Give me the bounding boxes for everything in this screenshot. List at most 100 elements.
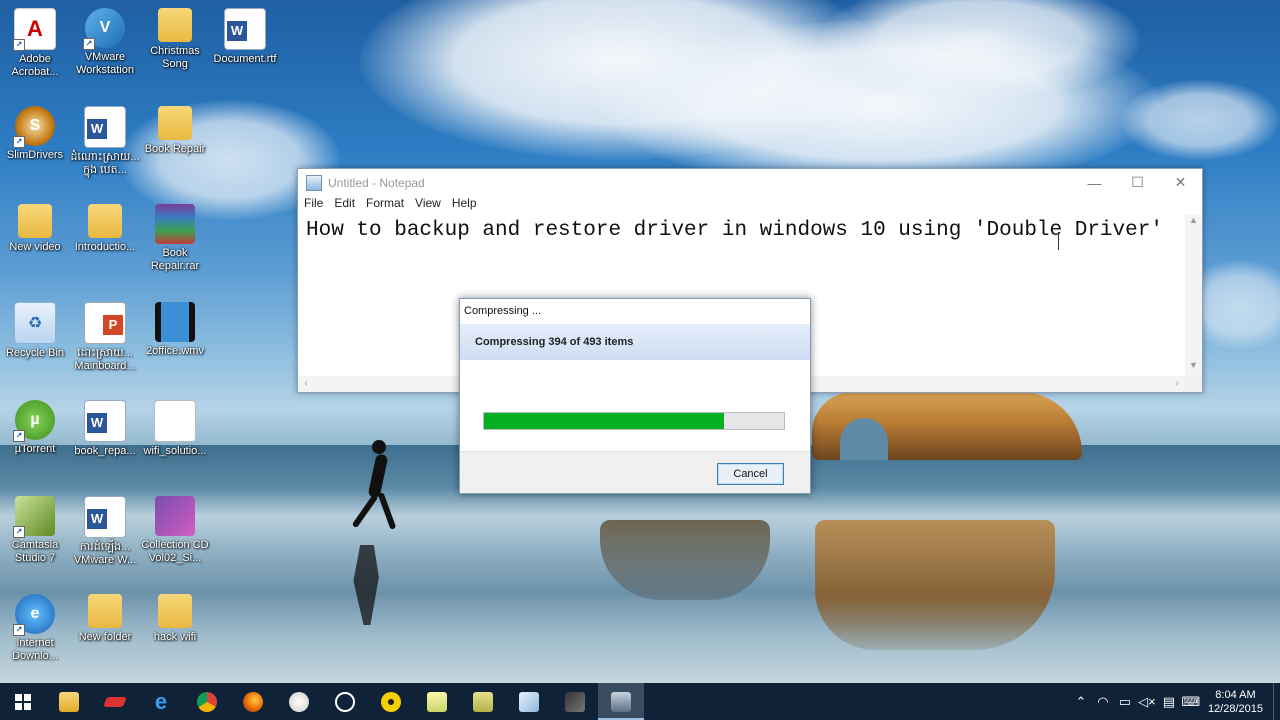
desktop-icon-internet-download[interactable]: e ↗ Internet Downlo... (0, 594, 70, 663)
internet-download-manager-icon: e ↗ (13, 594, 55, 636)
menu-view[interactable]: View (415, 196, 448, 214)
folder-icon (158, 106, 192, 140)
cancel-button[interactable]: Cancel (717, 463, 784, 485)
taskbar-app-yellow[interactable] (368, 683, 414, 720)
taskbar-app-notes[interactable] (460, 683, 506, 720)
clock-time: 8:04 AM (1215, 688, 1256, 701)
desktop-icon-hack-wifi[interactable]: hack wifi (140, 594, 210, 644)
taskbar-app-book[interactable] (506, 683, 552, 720)
firefox-icon (243, 691, 263, 712)
vertical-scrollbar[interactable]: ▲ ▼ (1185, 215, 1202, 376)
progress-bar (483, 412, 785, 430)
taskbar-app-folder2[interactable] (414, 683, 460, 720)
desktop-icon-2office-wmv[interactable]: 2office.wmv (140, 302, 210, 358)
message-icon[interactable]: ▤ (1158, 683, 1180, 720)
desktop-icon-vmware[interactable]: V ↗ VMware Workstation (70, 8, 140, 77)
desktop-icon-book-repair[interactable]: Book Repair (140, 106, 210, 156)
slimdrivers-icon: S ↗ (13, 106, 55, 148)
maximize-button[interactable]: ☐ (1116, 169, 1159, 196)
text-cursor-icon (1058, 232, 1060, 250)
desktop-icon-camtasia[interactable]: ↗ Camtasia Studio 7 (0, 496, 70, 565)
taskbar-app-paint[interactable] (276, 683, 322, 720)
desktop-icon-khmer-vmware[interactable]: W ការដំឡើង... VMware W... (70, 496, 140, 567)
menu-format[interactable]: Format (366, 196, 411, 214)
desktop-icon-adobe-acrobat[interactable]: A ↗ Adobe Acrobat... (0, 8, 70, 79)
folder-icon (158, 8, 192, 42)
scroll-left-icon[interactable]: ‹ (298, 376, 314, 392)
desktop-icon-new-video[interactable]: New video (0, 204, 70, 254)
taskbar-cortana[interactable] (322, 683, 368, 720)
desktop-icon-slimdrivers[interactable]: S ↗ SlimDrivers (0, 106, 70, 162)
desktop-icon-book-repa[interactable]: W book_repa... (70, 400, 140, 458)
keyboard-icon[interactable]: ⌨ (1180, 683, 1202, 720)
start-button[interactable] (0, 683, 46, 720)
taskbar-app-red[interactable] (92, 683, 138, 720)
notes-icon (473, 691, 493, 712)
word-document-icon: W (84, 496, 126, 538)
desktop-icon-wifi-solution[interactable]: wifi_solutio... (140, 400, 210, 458)
close-button[interactable]: ✕ (1159, 169, 1202, 196)
menu-help[interactable]: Help (452, 196, 484, 214)
desktop-icon-christmas-song[interactable]: Christmas Song (140, 8, 210, 71)
word-document-icon: W (84, 400, 126, 442)
window-title: Untitled - Notepad (328, 175, 425, 190)
taskbar-double-driver[interactable] (598, 683, 644, 720)
desktop-icon-khmer-mainboard[interactable]: P ដោះស្រាយ... Mainboard... (70, 302, 140, 373)
menu-file[interactable]: File (304, 196, 330, 214)
taskbar-chrome[interactable] (184, 683, 230, 720)
scroll-down-icon[interactable]: ▼ (1185, 360, 1202, 376)
desktop-icon-book-repair-rar[interactable]: Book Repair.rar (140, 204, 210, 273)
recycle-bin-icon: ♻ (14, 302, 56, 344)
taskbar: e ⌃ ◠ ▭ ◁× ▤ ⌨ 8:04 AM 12/28/2015 (0, 683, 1280, 720)
video-file-icon (155, 302, 195, 342)
scroll-right-icon[interactable]: › (1169, 376, 1185, 392)
volume-icon[interactable]: ◁× (1136, 683, 1158, 720)
notepad-icon (306, 174, 322, 191)
folder-icon (88, 204, 122, 238)
dialog-title: Compressing ... (464, 305, 542, 317)
chrome-icon (197, 691, 217, 712)
windows-logo-icon (15, 693, 31, 710)
tool-icon (565, 691, 585, 712)
word-document-icon: W (84, 106, 126, 148)
battery-icon[interactable]: ▭ (1114, 683, 1136, 720)
desktop-icon-introduction[interactable]: Introductio... (70, 204, 140, 254)
desktop-icon-khmer-doc-1[interactable]: W ដំណោះស្រាយ... ក្នុង បេត... (70, 106, 140, 177)
folder-icon (158, 594, 192, 628)
camtasia-icon: ↗ (13, 496, 55, 538)
compress-status: Compressing 394 of 493 items (460, 324, 810, 360)
notepad-title-bar[interactable]: Untitled - Notepad — ☐ ✕ (298, 169, 1202, 196)
folder-icon (88, 594, 122, 628)
desktop-icon-recycle-bin[interactable]: ♻ Recycle Bin (0, 302, 70, 360)
menu-edit[interactable]: Edit (334, 196, 362, 214)
powerpoint-icon: P (84, 302, 126, 344)
disc-icon (381, 691, 401, 712)
minimize-button[interactable]: — (1073, 169, 1116, 196)
taskbar-firefox[interactable] (230, 683, 276, 720)
desktop-icon-collection-cd[interactable]: Collection CD Vol02_Si... (140, 496, 210, 565)
clock[interactable]: 8:04 AM 12/28/2015 (1202, 688, 1273, 716)
chevron-up-icon[interactable]: ⌃ (1070, 683, 1092, 720)
app-icon (103, 696, 127, 707)
taskbar-file-explorer[interactable] (46, 683, 92, 720)
word-document-icon: W (224, 8, 266, 50)
desktop-icon-utorrent[interactable]: µ ↗ µTorrent (0, 400, 70, 456)
cortana-circle-icon (335, 691, 355, 712)
clock-date: 12/28/2015 (1207, 702, 1263, 715)
double-driver-icon (611, 691, 631, 712)
scroll-up-icon[interactable]: ▲ (1185, 215, 1202, 231)
winrar-archive-icon (155, 204, 195, 244)
utorrent-icon: µ ↗ (13, 400, 55, 442)
folder-icon (59, 691, 79, 712)
desktop-icon-document-rtf[interactable]: W Document.rtf (210, 8, 280, 66)
network-icon[interactable]: ◠ (1092, 683, 1114, 720)
taskbar-app-tool[interactable] (552, 683, 598, 720)
edge-icon: e (154, 688, 168, 714)
show-desktop-button[interactable] (1273, 683, 1280, 720)
book-icon (519, 691, 539, 712)
runner-silhouette (351, 440, 397, 530)
taskbar-edge[interactable]: e (138, 683, 184, 720)
document-icon (154, 400, 196, 442)
folder-icon (18, 204, 52, 238)
desktop-icon-new-folder[interactable]: New folder (70, 594, 140, 644)
